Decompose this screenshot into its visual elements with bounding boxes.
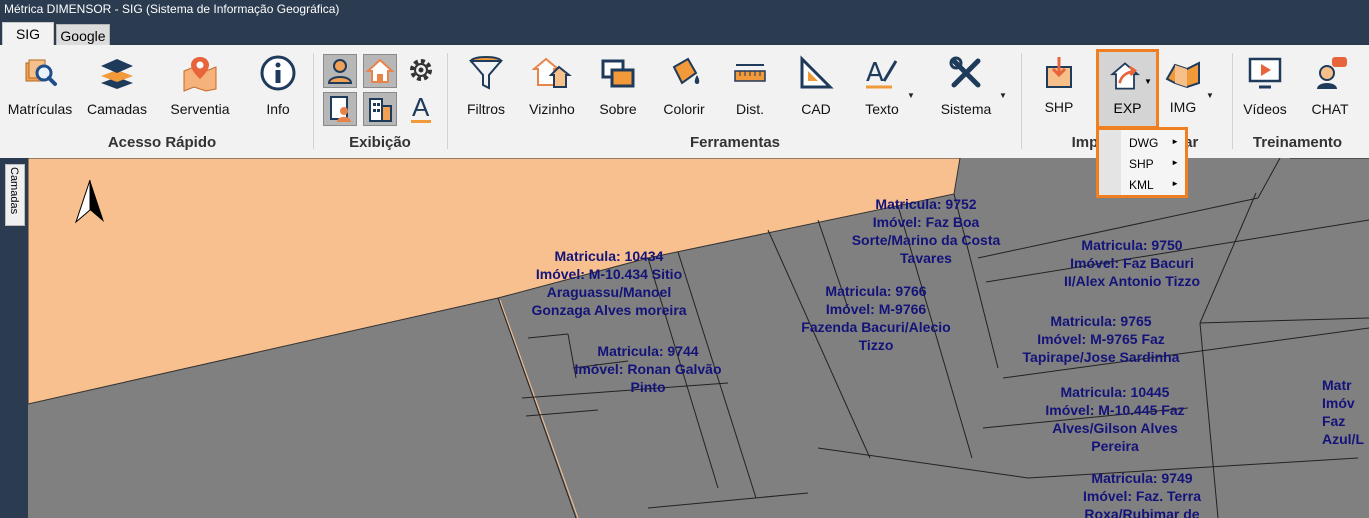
info-label: Info	[266, 101, 290, 117]
filter-icon	[468, 56, 504, 90]
parcel-label-partial: Matr Imóv Faz Azul/L	[1322, 377, 1364, 447]
group-label-exibicao: Exibição	[349, 134, 411, 151]
menu-item-dwg[interactable]: DWG ►	[1099, 133, 1185, 154]
videos-button[interactable]: Vídeos	[1230, 51, 1300, 127]
shp-import-button[interactable]: SHP	[1024, 51, 1094, 127]
matriculas-label: Matrículas	[7, 101, 73, 117]
chat-button[interactable]: CHAT	[1295, 51, 1365, 127]
img-dropdown-arrow[interactable]: ▼	[1206, 91, 1214, 100]
submenu-arrow-icon: ►	[1171, 137, 1179, 146]
serventia-label: Serventia	[170, 101, 230, 117]
camadas-panel-tab-label: Camadas	[8, 167, 20, 215]
paint-bucket-icon	[672, 57, 700, 85]
overlap-icon	[601, 59, 635, 88]
matriculas-button[interactable]: Matrículas	[5, 51, 75, 127]
image-map-icon	[1165, 61, 1200, 89]
settings-button[interactable]	[405, 54, 439, 88]
menu-item-kml[interactable]: KML ►	[1099, 175, 1185, 196]
parcel-label-9765: Matricula: 9765 Imóvel: M-9765 Faz Tapirap…	[1022, 313, 1180, 365]
parcel-label-10445: Matricula: 10445 Imóvel: M-10.445 Faz Alve…	[1045, 384, 1185, 454]
cad-button[interactable]: CAD	[781, 51, 851, 127]
camadas-panel-tab[interactable]: Camadas	[5, 164, 25, 226]
chat-support-icon	[1317, 57, 1347, 89]
parcel-label-9752: Matricula: 9752 Imóvel: Faz Boa Sorte/Mari…	[851, 196, 1001, 266]
img-label: IMG	[1169, 99, 1197, 115]
text-style-underline	[411, 120, 431, 123]
parcel-label-9766: Matricula: 9766 Imóvel: M-9766 Fazenda Bac…	[801, 283, 951, 353]
import-shp-icon	[1046, 57, 1072, 88]
sistema-label: Sistema	[940, 101, 992, 117]
serventia-button[interactable]: Serventia	[165, 51, 235, 127]
svg-text:A: A	[866, 58, 884, 88]
dist-button[interactable]: Dist.	[715, 51, 785, 127]
dist-label: Dist.	[736, 101, 764, 117]
building-icon	[369, 98, 392, 122]
colorir-button[interactable]: Colorir	[649, 51, 719, 127]
videos-label: Vídeos	[1243, 101, 1287, 117]
tools-icon	[949, 56, 981, 88]
text-pen-icon: A	[866, 58, 898, 89]
set-square-icon	[800, 55, 834, 89]
export-icon	[1109, 62, 1141, 90]
text-style-button[interactable]: A	[405, 92, 439, 126]
ruler-icon	[734, 64, 766, 82]
menu-item-shp[interactable]: SHP ►	[1099, 154, 1185, 175]
gear-icon	[410, 59, 432, 81]
sistema-button[interactable]: Sistema ▼	[931, 51, 1007, 127]
camadas-label: Camadas	[87, 101, 147, 117]
layers-icon	[101, 59, 133, 89]
chat-label: CHAT	[1311, 101, 1349, 117]
submenu-arrow-icon: ►	[1171, 158, 1179, 167]
matriculas-icon	[25, 59, 57, 86]
text-style-icon: A	[412, 92, 430, 122]
ribbon-separator	[313, 53, 314, 149]
img-button[interactable]: IMG ▼	[1148, 51, 1218, 127]
colorir-label: Colorir	[663, 101, 705, 117]
video-player-icon	[1248, 57, 1282, 89]
parcel-label-10434: Matricula: 10434 Imóvel: M-10.434 Sitio Ar…	[531, 248, 687, 318]
sobre-button[interactable]: Sobre	[583, 51, 653, 127]
submenu-arrow-icon: ►	[1171, 179, 1179, 188]
map-canvas[interactable]: Matricula: 10434 Imóvel: M-10.434 Sitio Ar…	[28, 158, 1369, 518]
home-icon	[365, 58, 395, 83]
home-view-toggle[interactable]	[363, 54, 397, 88]
tab-sig[interactable]: SIG	[2, 22, 54, 45]
user-icon	[327, 59, 353, 84]
group-label-treinamento: Treinamento	[1252, 134, 1343, 151]
info-icon	[260, 55, 296, 91]
sobre-label: Sobre	[599, 101, 637, 117]
texto-label: Texto	[865, 101, 899, 117]
group-label-acesso-rapido: Acesso Rápido	[107, 134, 217, 151]
group-label-ferramentas: Ferramentas	[689, 134, 781, 151]
building-view-toggle[interactable]	[363, 92, 397, 126]
parcel-label-9750: Matricula: 9750 Imóvel: Faz Bacuri II/Alex…	[1063, 237, 1201, 289]
shp-import-label: SHP	[1044, 99, 1074, 115]
texto-button[interactable]: A Texto ▼	[847, 51, 917, 127]
parcel-label-9744: Matricula: 9744 Imóvel: Ronan Galvão Pinto	[574, 343, 722, 395]
owner-document-toggle[interactable]	[323, 92, 357, 126]
left-panel-strip: Camadas	[0, 158, 28, 518]
filtros-button[interactable]: Filtros	[451, 51, 521, 127]
vizinho-label: Vizinho	[529, 101, 575, 117]
user-view-toggle[interactable]	[323, 54, 357, 88]
tab-google[interactable]: Google	[56, 24, 110, 45]
window-title: Métrica DIMENSOR - SIG (Sistema de Infor…	[0, 0, 1369, 20]
document-user-icon	[330, 96, 351, 122]
vizinho-button[interactable]: Vizinho	[517, 51, 587, 127]
sistema-dropdown-arrow[interactable]: ▼	[999, 91, 1007, 100]
ribbon-separator	[1021, 53, 1022, 149]
texto-dropdown-arrow[interactable]: ▼	[907, 91, 915, 100]
info-button[interactable]: Info	[243, 51, 313, 127]
ribbon-separator	[447, 53, 448, 149]
cad-label: CAD	[801, 101, 831, 117]
neighbor-houses-icon	[532, 57, 572, 88]
exp-dropdown-menu: DWG ► SHP ► KML ►	[1096, 127, 1188, 198]
map-pin-icon	[183, 57, 217, 92]
parcel-label-9749: Matricula: 9749 Imóvel: Faz. Terra Roxa/Ru…	[1082, 470, 1201, 518]
tab-strip: SIG Google	[0, 20, 1369, 45]
filtros-label: Filtros	[466, 101, 506, 117]
selected-parcel[interactable]	[28, 158, 961, 405]
camadas-button[interactable]: Camadas	[82, 51, 152, 127]
